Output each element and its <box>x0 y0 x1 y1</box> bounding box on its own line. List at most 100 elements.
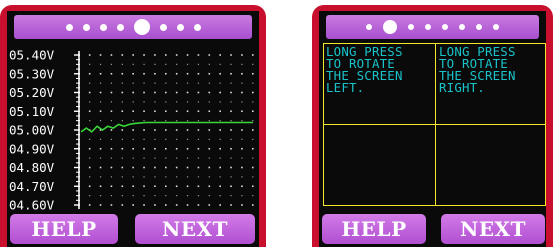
grid-dot <box>208 110 211 113</box>
grid-dot <box>197 157 200 159</box>
grid-dot <box>154 72 156 75</box>
grid-dot <box>176 120 178 122</box>
grid-dot <box>110 147 113 150</box>
grid-dot <box>219 54 221 56</box>
grid-dot <box>110 166 113 169</box>
grid-dot <box>230 120 232 122</box>
grid-dot <box>208 195 210 197</box>
grid-dot <box>230 157 232 159</box>
page-dot-active <box>133 19 150 35</box>
grid-dot <box>176 176 178 178</box>
grid-dot <box>186 129 189 131</box>
grid-divider-horizontal <box>324 124 545 125</box>
grid-dot <box>121 195 123 197</box>
grid-dot <box>121 157 123 159</box>
grid-dot <box>88 72 91 75</box>
grid-dot <box>89 101 91 103</box>
grid-dot <box>186 157 189 159</box>
grid-dot <box>154 91 156 94</box>
grid-dot <box>121 120 123 122</box>
next-button[interactable]: NEXT <box>135 214 255 244</box>
grid-dot <box>154 157 156 159</box>
grid-dot <box>219 63 221 65</box>
voltage-chart: 05.40V 05.30V 05.20V 05.10V 05.00V 04.90V 04.8… <box>9 48 254 213</box>
grid-dot <box>176 101 178 103</box>
page-dot <box>493 24 499 30</box>
grid-dot <box>230 54 232 56</box>
grid-dot <box>88 166 91 169</box>
grid-dot <box>197 72 200 75</box>
grid-dot <box>252 147 254 150</box>
grid-dot <box>110 91 113 94</box>
grid-dot <box>197 138 200 140</box>
next-button[interactable]: NEXT <box>441 214 545 244</box>
grid-dot <box>241 138 243 140</box>
rotate-right-instruction[interactable]: LONG PRESS TO ROTATE THE SCREEN RIGHT. <box>439 45 546 94</box>
grid-dot <box>143 176 145 178</box>
grid-dot <box>208 72 211 75</box>
grid-dot <box>99 138 102 140</box>
grid-dot <box>241 82 243 84</box>
grid-dot <box>132 157 134 159</box>
grid-dot <box>132 129 134 131</box>
grid-dot <box>208 120 210 122</box>
grid-dot <box>165 195 167 197</box>
grid-dot <box>252 82 254 84</box>
grid-dot <box>208 147 211 150</box>
grid-dot <box>197 176 200 178</box>
grid-dot <box>89 82 91 84</box>
rotate-left-instruction[interactable]: LONG PRESS TO ROTATE THE SCREEN LEFT. <box>326 45 434 94</box>
grid-dot <box>241 110 243 113</box>
grid-dot <box>154 110 156 113</box>
grid-dot <box>121 204 124 206</box>
help-button[interactable]: HELP <box>322 214 426 244</box>
page-dot <box>193 23 201 31</box>
grid-dot <box>132 72 134 75</box>
grid-dot <box>99 72 102 75</box>
grid-dot <box>154 204 156 206</box>
help-button[interactable]: HELP <box>10 214 118 244</box>
grid-dot <box>219 195 221 197</box>
grid-dot <box>241 129 243 131</box>
grid-dot <box>186 166 189 169</box>
grid-dot <box>175 91 178 94</box>
grid-dot <box>88 147 91 150</box>
grid-dot <box>110 157 113 159</box>
grid-dot <box>219 72 221 75</box>
grid-dot <box>241 54 243 56</box>
grid-dot <box>154 129 156 131</box>
page-dot <box>159 23 167 31</box>
grid-dot <box>230 82 232 84</box>
grid-dot <box>175 166 178 169</box>
grid-dot <box>165 176 167 178</box>
grid-dot <box>89 176 91 178</box>
grid-dot <box>252 138 254 140</box>
grid-dot <box>197 195 200 197</box>
grid-dot <box>132 138 134 140</box>
grid-dot <box>208 138 210 140</box>
grid-dot <box>208 204 211 206</box>
grid-dot <box>132 176 134 178</box>
grid-dot <box>143 120 145 122</box>
grid-dot <box>154 195 156 197</box>
y-tick-label: 05.10V <box>9 104 55 119</box>
grid-dot <box>241 204 243 206</box>
grid-dot <box>88 185 91 188</box>
grid-dot <box>121 63 123 65</box>
grid-dot <box>154 185 156 188</box>
grid-dot <box>252 54 254 56</box>
grid-dot <box>252 120 254 122</box>
grid-dot <box>132 82 134 84</box>
grid-dot <box>241 91 243 94</box>
grid-dot <box>121 138 123 140</box>
grid-dot <box>186 54 189 56</box>
grid-dot <box>99 54 102 56</box>
grid-dot <box>252 195 254 197</box>
grid-dot <box>241 101 243 103</box>
grid-dot <box>165 72 167 75</box>
grid-dot <box>176 195 178 197</box>
grid-dot <box>165 166 167 169</box>
grid-dot <box>110 63 113 65</box>
grid-dot <box>132 185 134 188</box>
grid-dot <box>132 63 134 65</box>
